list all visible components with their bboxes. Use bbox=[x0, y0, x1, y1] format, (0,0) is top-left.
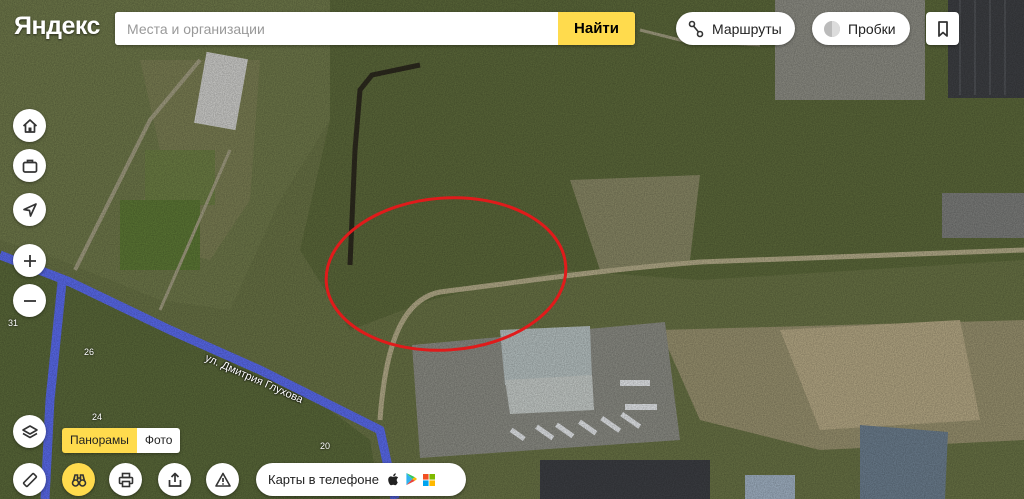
home-button[interactable] bbox=[13, 109, 46, 142]
route-icon bbox=[686, 19, 706, 39]
bookmark-icon bbox=[937, 20, 948, 37]
minus-icon bbox=[23, 299, 36, 302]
location-arrow-icon bbox=[22, 202, 37, 217]
layers-button[interactable] bbox=[13, 415, 46, 448]
search-input[interactable] bbox=[115, 12, 558, 45]
routes-button[interactable]: Маршруты bbox=[676, 12, 795, 45]
satellite-map[interactable] bbox=[0, 0, 1024, 499]
printer-icon bbox=[118, 472, 133, 487]
tab-panoramas[interactable]: Панорамы bbox=[62, 428, 137, 453]
search-bar: Найти bbox=[115, 12, 635, 45]
google-play-icon bbox=[406, 473, 418, 486]
routes-label: Маршруты bbox=[712, 20, 782, 37]
panorama-button[interactable] bbox=[62, 463, 95, 496]
work-button[interactable] bbox=[13, 149, 46, 182]
layers-icon bbox=[21, 424, 38, 438]
bookmarks-button[interactable] bbox=[926, 12, 959, 45]
locate-button[interactable] bbox=[13, 193, 46, 226]
panorama-photo-switch: Панорамы Фото bbox=[62, 428, 181, 453]
warning-icon bbox=[214, 472, 231, 487]
search-button[interactable]: Найти bbox=[558, 12, 635, 45]
yandex-logo[interactable]: Яндекс bbox=[14, 12, 100, 41]
share-icon bbox=[168, 472, 181, 487]
traffic-icon bbox=[822, 19, 842, 39]
house-number: 20 bbox=[320, 441, 331, 451]
zoom-out-button[interactable] bbox=[13, 284, 46, 317]
zoom-in-button[interactable] bbox=[13, 244, 46, 277]
house-number: 26 bbox=[84, 347, 95, 357]
house-number: 31 bbox=[8, 318, 19, 328]
windows-icon bbox=[422, 473, 435, 486]
house-number: 24 bbox=[92, 412, 103, 422]
maps-in-phone-label: Карты в телефоне bbox=[268, 472, 379, 487]
plus-icon bbox=[23, 254, 36, 267]
maps-in-phone-button[interactable]: Карты в телефоне bbox=[256, 463, 466, 496]
apple-icon bbox=[388, 473, 399, 486]
home-icon bbox=[22, 118, 37, 133]
traffic-button[interactable]: Пробки bbox=[812, 12, 910, 45]
ruler-icon bbox=[22, 472, 37, 487]
report-error-button[interactable] bbox=[206, 463, 239, 496]
binoculars-icon bbox=[71, 473, 86, 487]
tab-photo[interactable]: Фото bbox=[136, 428, 181, 453]
print-button[interactable] bbox=[109, 463, 142, 496]
briefcase-icon bbox=[22, 159, 37, 173]
ruler-button[interactable] bbox=[13, 463, 46, 496]
traffic-label: Пробки bbox=[848, 20, 896, 37]
share-button[interactable] bbox=[158, 463, 191, 496]
